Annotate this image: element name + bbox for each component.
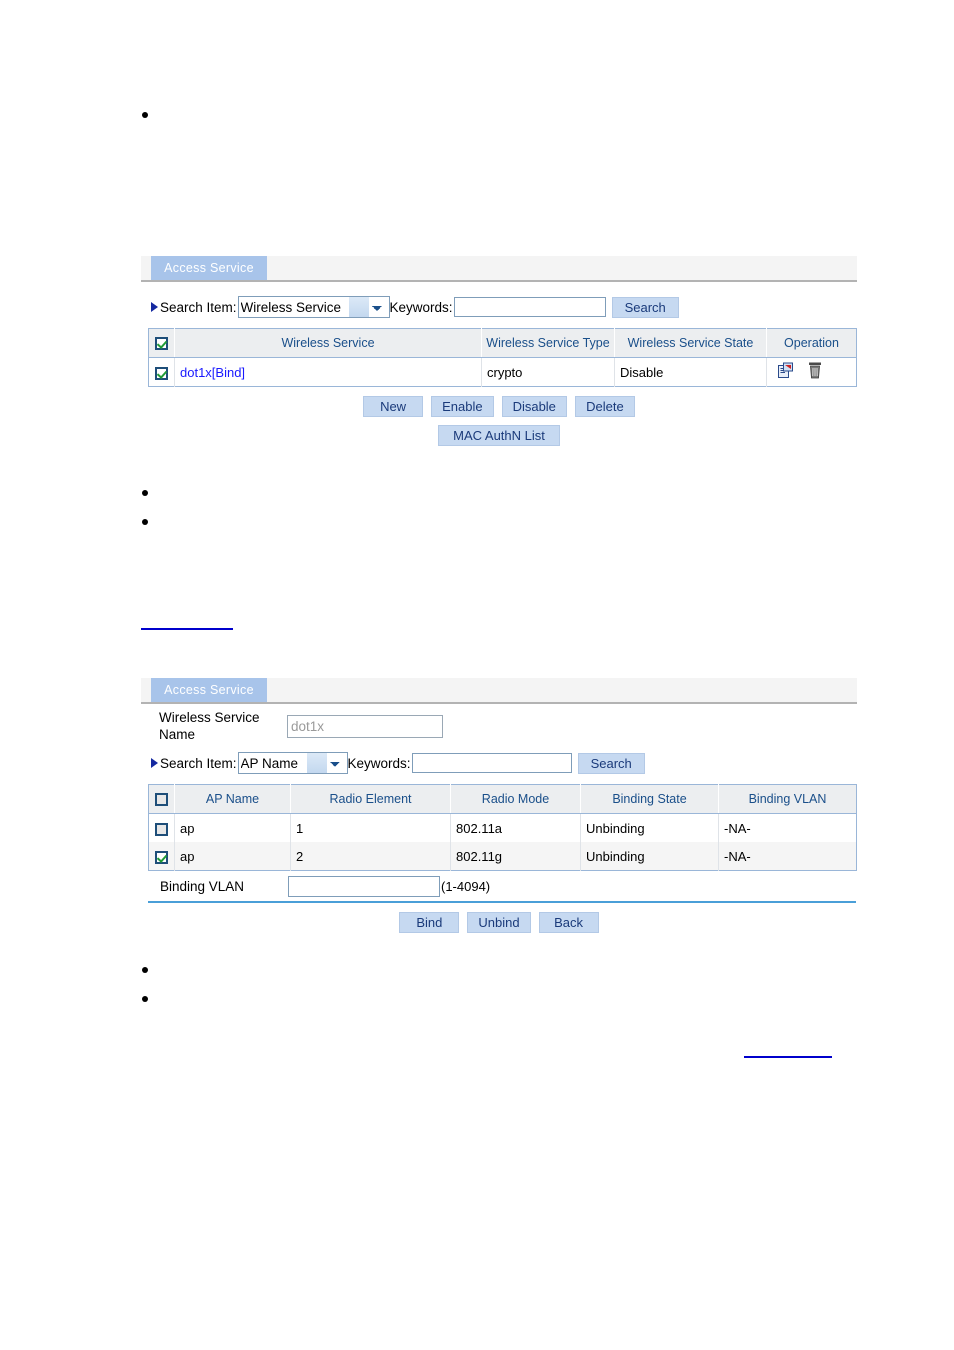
binding-vlan-label: Binding VLAN: [160, 878, 245, 894]
column-header-ap-name: AP Name: [174, 784, 291, 814]
ap-binding-table: AP Name Radio Element Radio Mode Binding…: [148, 784, 857, 871]
table-header-row: Wireless Service Wireless Service Type W…: [148, 328, 857, 358]
bullet-marker-1: [142, 112, 148, 118]
triangle-right-icon: [151, 302, 158, 312]
access-service-panel-list: Access Service Search Item: Wireless Ser…: [141, 256, 857, 446]
panel2-search-row: Search Item: AP Name Keywords: Search: [141, 748, 857, 778]
panel1-action-buttons: New Enable Disable Delete: [141, 396, 857, 417]
select-all-checkbox-2[interactable]: [154, 793, 168, 807]
panel2-tab-bar: Access Service: [141, 678, 857, 704]
cell-wireless-service-type: crypto: [481, 357, 615, 387]
cross-reference-link-2[interactable]: [744, 1056, 832, 1058]
column-header-binding-state: Binding State: [580, 784, 719, 814]
row-select-cell: [148, 357, 175, 387]
bind-button[interactable]: Bind: [399, 912, 460, 933]
cell-operation: [766, 357, 857, 387]
search-item-label-2: Search Item:: [160, 755, 237, 771]
search-item-select-2[interactable]: AP Name: [237, 752, 348, 774]
delete-button[interactable]: Delete: [574, 396, 635, 417]
row-select-cell-2: [148, 842, 175, 871]
cell-ap-name: ap: [174, 813, 291, 842]
panel2-action-buttons: Bind Unbind Back: [141, 912, 857, 933]
cross-reference-link-1[interactable]: [141, 628, 233, 630]
keywords-input[interactable]: [453, 297, 606, 317]
column-header-wireless-service-state: Wireless Service State: [614, 328, 767, 358]
tab-access-service[interactable]: Access Service: [151, 256, 267, 280]
disable-button[interactable]: Disable: [501, 396, 567, 417]
wireless-service-name-row: Wireless Service Name: [141, 704, 857, 748]
cell-radio-mode: 802.11g: [450, 842, 581, 871]
select-all-header-cell-2: [148, 784, 175, 814]
edit-document-icon[interactable]: [777, 362, 794, 382]
table-row: ap 2 802.11g Unbinding -NA-: [148, 842, 857, 871]
table-header-row-2: AP Name Radio Element Radio Mode Binding…: [148, 784, 857, 814]
binding-vlan-input[interactable]: [288, 875, 440, 897]
keywords-label-2: Keywords:: [347, 755, 411, 771]
panel1-body: Search Item: Wireless Service Keywords: …: [141, 282, 857, 446]
table-row: ap 1 802.11a Unbinding -NA-: [148, 813, 857, 842]
wireless-service-link[interactable]: dot1x[Bind]: [180, 365, 245, 380]
cell-binding-vlan: -NA-: [718, 842, 857, 871]
bullet-marker-5: [142, 996, 148, 1002]
row-checkbox-1[interactable]: [154, 822, 168, 836]
bullet-marker-4: [142, 967, 148, 973]
cell-ap-name: ap: [174, 842, 291, 871]
cell-wireless-service: dot1x[Bind]: [174, 357, 482, 387]
column-header-wireless-service-type: Wireless Service Type: [481, 328, 615, 358]
wireless-service-name-label-line1: Wireless Service: [159, 710, 260, 725]
search-item-label: Search Item:: [160, 299, 237, 315]
cell-wireless-service-state: Disable: [614, 357, 767, 387]
column-header-radio-element: Radio Element: [290, 784, 451, 814]
back-button[interactable]: Back: [538, 912, 599, 933]
unbind-button[interactable]: Unbind: [467, 912, 531, 933]
cell-radio-element: 2: [290, 842, 451, 871]
search-item-select[interactable]: Wireless Service: [237, 296, 390, 318]
cell-radio-mode: 802.11a: [450, 813, 581, 842]
row-checkbox[interactable]: [154, 366, 168, 380]
cell-binding-vlan: -NA-: [718, 813, 857, 842]
row-select-cell-1: [148, 813, 175, 842]
binding-vlan-row: Binding VLAN (1-4094): [148, 871, 856, 903]
panel1-search-row: Search Item: Wireless Service Keywords: …: [141, 292, 857, 322]
panel2-body: Wireless Service Name Search Item: AP Na…: [141, 704, 857, 933]
column-header-radio-mode: Radio Mode: [450, 784, 581, 814]
search-button-2[interactable]: Search: [577, 752, 645, 774]
column-header-binding-vlan: Binding VLAN: [718, 784, 857, 814]
wireless-service-name-input: [287, 714, 443, 738]
select-all-header-cell: [148, 328, 175, 358]
triangle-right-icon-2: [151, 758, 158, 768]
mac-authn-list-button[interactable]: MAC AuthN List: [438, 425, 560, 446]
bullet-marker-3: [142, 519, 148, 525]
cell-binding-state: Unbinding: [580, 813, 719, 842]
binding-vlan-range-hint: (1-4094): [441, 878, 491, 894]
wireless-service-table: Wireless Service Wireless Service Type W…: [148, 328, 857, 387]
row-checkbox-2[interactable]: [154, 850, 168, 864]
cell-binding-state: Unbinding: [580, 842, 719, 871]
tab-access-service-bind[interactable]: Access Service: [151, 678, 267, 702]
column-header-wireless-service: Wireless Service: [174, 328, 482, 358]
wireless-service-name-label-line2: Name: [159, 727, 196, 742]
delete-trash-icon[interactable]: [808, 362, 822, 382]
cell-radio-element: 1: [290, 813, 451, 842]
column-header-operation: Operation: [766, 328, 857, 358]
search-button[interactable]: Search: [611, 296, 679, 318]
bullet-marker-2: [142, 490, 148, 496]
access-service-panel-bind: Access Service Wireless Service Name Sea…: [141, 678, 857, 933]
new-button[interactable]: New: [363, 396, 424, 417]
wireless-service-name-label: Wireless Service Name: [159, 709, 287, 743]
panel1-secondary-buttons: MAC AuthN List: [141, 425, 857, 446]
keywords-label: Keywords:: [389, 299, 453, 315]
table-row: dot1x[Bind] crypto Disable: [148, 357, 857, 387]
keywords-input-2[interactable]: [411, 753, 572, 773]
enable-button[interactable]: Enable: [431, 396, 494, 417]
select-all-checkbox[interactable]: [154, 337, 168, 351]
panel1-tab-bar: Access Service: [141, 256, 857, 282]
